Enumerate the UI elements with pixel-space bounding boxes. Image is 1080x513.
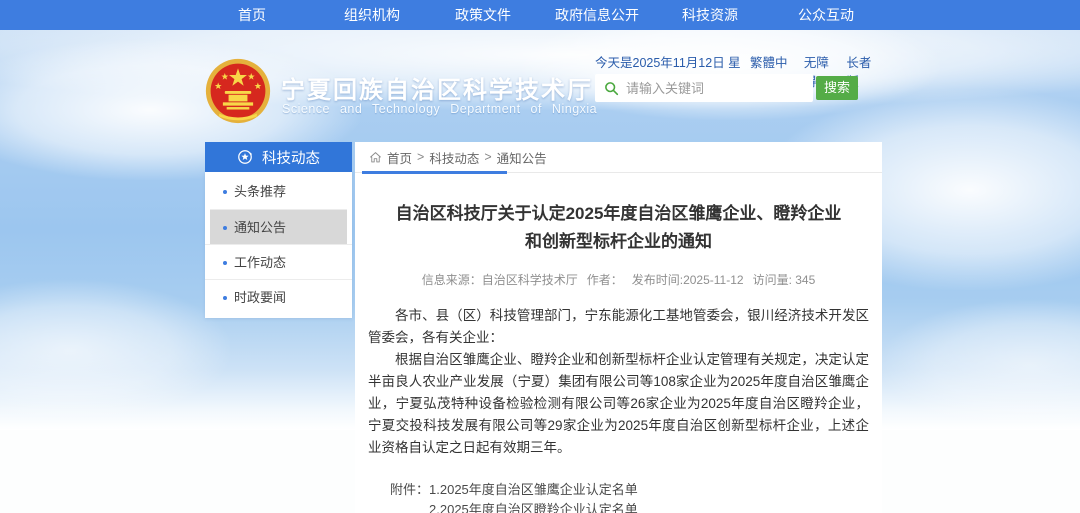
attachment-link-1[interactable]: 1.2025年度自治区雏鹰企业认定名单	[429, 480, 677, 500]
bullet-dot-icon	[223, 296, 227, 300]
article-body: 各市、县（区）科技管理部门，宁东能源化工基地管委会，银川经济技术开发区管委会，各…	[368, 305, 869, 459]
attachments-block: 附件： 1.2025年度自治区雏鹰企业认定名单 2.2025年度自治区瞪羚企业认…	[390, 480, 882, 513]
nav-item-org[interactable]: 组织机构	[344, 0, 400, 30]
sidebar: 科技动态 头条推荐 通知公告 工作动态 时政要闻	[205, 142, 352, 318]
breadcrumb-separator: >	[417, 150, 424, 164]
breadcrumb-separator: >	[484, 150, 491, 164]
national-emblem-logo[interactable]	[204, 57, 272, 125]
breadcrumb-home[interactable]: 首页	[387, 148, 412, 167]
top-navigation: 首页 组织机构 政策文件 政府信息公开 科技资源 公众互动	[0, 0, 1080, 30]
attachments-list: 1.2025年度自治区雏鹰企业认定名单 2.2025年度自治区瞪羚企业认定名单 …	[429, 480, 677, 513]
article-title: 自治区科技厅关于认定2025年度自治区雏鹰企业、瞪羚企业 和创新型标杆企业的通知	[355, 200, 882, 256]
meta-author: 作者：	[587, 271, 623, 288]
sidebar-item-notices[interactable]: 通知公告	[210, 209, 347, 244]
sidebar-item-label: 头条推荐	[234, 184, 286, 199]
sidebar-header: 科技动态	[205, 142, 352, 172]
sidebar-item-label: 通知公告	[234, 220, 286, 235]
search-button[interactable]: 搜索	[816, 76, 858, 100]
cloud-decoration	[0, 280, 230, 420]
article-title-line2: 和创新型标杆企业的通知	[355, 228, 882, 256]
bullet-dot-icon	[223, 261, 227, 265]
meta-source: 信息来源：自治区科学技术厅	[422, 271, 578, 288]
breadcrumb-active-bar	[362, 171, 507, 174]
cloud-decoration	[880, 300, 1080, 430]
attachments-label: 附件：	[390, 480, 429, 513]
nav-item-interaction[interactable]: 公众互动	[798, 0, 854, 30]
sidebar-item-headlines[interactable]: 头条推荐	[205, 174, 352, 209]
sidebar-item-label: 工作动态	[234, 255, 286, 270]
nav-item-policy[interactable]: 政策文件	[455, 0, 511, 30]
nav-item-resources[interactable]: 科技资源	[682, 0, 738, 30]
article-meta: 信息来源：自治区科学技术厅 作者： 发布时间:2025-11-12 访问量: 3…	[355, 271, 882, 288]
sidebar-item-label: 时政要闻	[234, 290, 286, 305]
meta-visits: 访问量: 345	[753, 271, 816, 288]
breadcrumb: 首页 > 科技动态 > 通知公告	[355, 142, 882, 173]
content-panel: 首页 > 科技动态 > 通知公告 自治区科技厅关于认定2025年度自治区雏鹰企业…	[355, 142, 882, 513]
bullet-dot-icon	[223, 190, 227, 194]
article-paragraph: 根据自治区雏鹰企业、瞪羚企业和创新型标杆企业认定管理有关规定，决定认定半亩良人农…	[368, 349, 869, 459]
star-circle-icon	[237, 149, 253, 165]
search-icon	[604, 81, 619, 96]
breadcrumb-section[interactable]: 科技动态	[429, 148, 479, 167]
sidebar-title: 科技动态	[262, 147, 320, 168]
search-input[interactable]	[626, 74, 813, 102]
article-paragraph: 各市、县（区）科技管理部门，宁东能源化工基地管委会，银川经济技术开发区管委会，各…	[368, 305, 869, 349]
home-icon	[369, 151, 382, 164]
sidebar-item-current-news[interactable]: 时政要闻	[205, 279, 352, 314]
meta-publish: 发布时间:2025-11-12	[632, 271, 744, 288]
page: 首页 组织机构 政策文件 政府信息公开 科技资源 公众互动 宁夏回族自治区科学技…	[0, 0, 1080, 513]
bullet-dot-icon	[223, 226, 227, 230]
sidebar-panel: 头条推荐 通知公告 工作动态 时政要闻	[205, 172, 352, 318]
breadcrumb-current[interactable]: 通知公告	[497, 148, 547, 167]
nav-item-home[interactable]: 首页	[238, 0, 266, 30]
sidebar-item-work-dynamics[interactable]: 工作动态	[205, 244, 352, 279]
nav-item-gov-info[interactable]: 政府信息公开	[555, 0, 639, 30]
search-box	[595, 74, 813, 102]
site-subtitle: Science and Technology Department of Nin…	[282, 102, 597, 116]
site-title[interactable]: 宁夏回族自治区科学技术厅	[281, 70, 593, 105]
attachment-link-2[interactable]: 2.2025年度自治区瞪羚企业认定名单	[429, 500, 677, 513]
article-title-line1: 自治区科技厅关于认定2025年度自治区雏鹰企业、瞪羚企业	[355, 200, 882, 228]
